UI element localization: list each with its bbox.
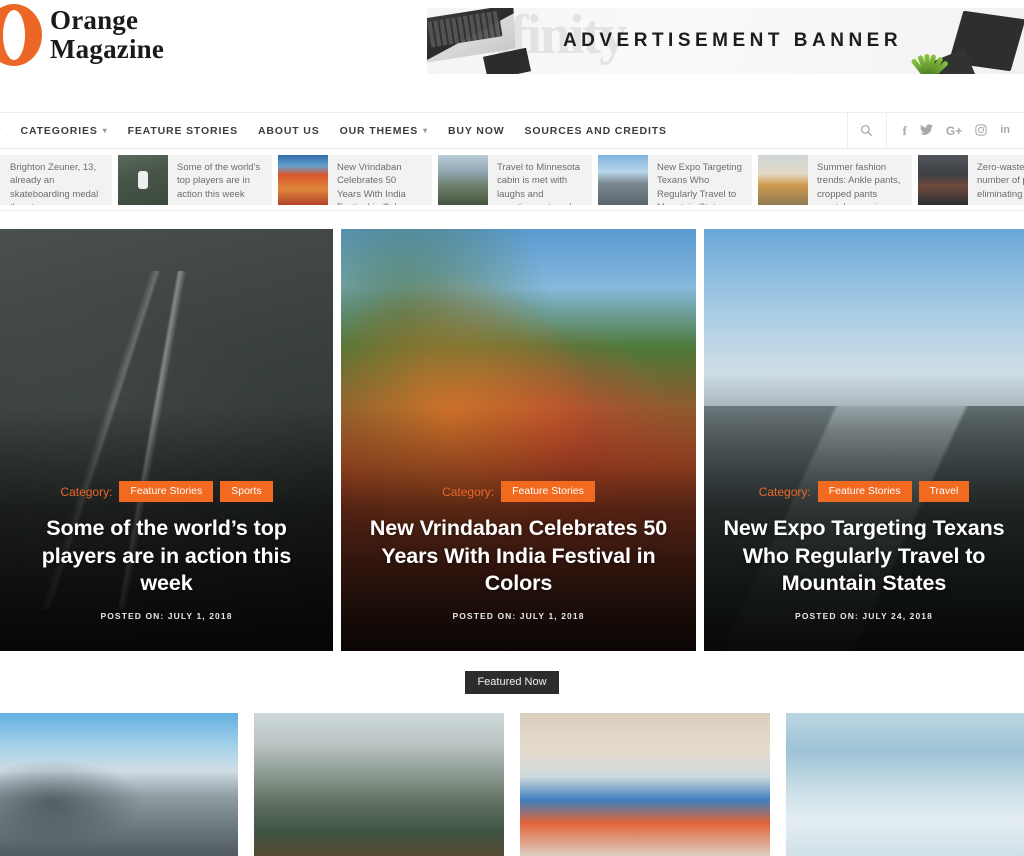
category-row: Category: Feature Stories Travel <box>718 481 1010 503</box>
featured-now-chip[interactable]: Featured Now <box>465 670 559 694</box>
instagram-icon[interactable] <box>975 123 987 138</box>
nav-item-label: BUY NOW <box>447 124 505 137</box>
category-row: Category: Feature Stories <box>355 481 682 503</box>
category-label: Category: <box>758 484 811 499</box>
ticker-item[interactable]: Brighton Zeuner, 13, already an skateboa… <box>0 155 112 205</box>
hero-card-meta: Category: Feature Stories New Vrindaban … <box>341 481 696 621</box>
ticker-item[interactable]: Travel to Minnesota cabin is met with la… <box>438 155 592 205</box>
hero-card-title[interactable]: New Expo Targeting Texans Who Regularly … <box>718 515 1010 598</box>
ticker-item[interactable]: New Vrindaban Celebrates 50 Years With I… <box>278 155 432 205</box>
ticker-item-title: Brighton Zeuner, 13, already an skateboa… <box>10 162 99 205</box>
featured-card[interactable] <box>520 713 770 856</box>
hero-card-date: POSTED ON: JULY 24, 2018 <box>795 611 933 621</box>
nav-item-categories[interactable]: CATEGORIES ▾ <box>11 113 118 148</box>
ticker-item[interactable]: Zero-waste life number of peo eliminatin… <box>918 155 1024 205</box>
site-header: Orange Magazine infinity mag ADVERTISEME… <box>0 0 1024 112</box>
ticker-item-thumbnail <box>918 155 968 205</box>
hero-card-date: POSTED ON: JULY 1, 2018 <box>100 611 233 621</box>
category-badge[interactable]: Feature Stories <box>501 481 595 503</box>
chevron-down-icon[interactable]: ▾ <box>0 125 1 136</box>
chevron-down-icon: ▾ <box>423 126 428 135</box>
nav-item-about-us[interactable]: ABOUT US <box>248 113 330 148</box>
ad-banner-text: ADVERTISEMENT BANNER <box>562 30 903 51</box>
featured-now-section-header: Featured Now <box>0 651 1024 713</box>
main-navigation: ▾ CATEGORIES ▾ FEATURE STORIES ABOUT US … <box>0 112 1024 149</box>
ticker-item-thumbnail <box>118 155 168 205</box>
featured-card[interactable] <box>786 713 1024 856</box>
hero-card[interactable]: Category: Feature Stories Sports Some of… <box>0 229 333 651</box>
hero-card-title[interactable]: New Vrindaban Celebrates 50 Years With I… <box>355 515 682 598</box>
nav-item-label: SOURCES AND CREDITS <box>524 124 667 137</box>
ticker-item[interactable]: Some of the world's top players are in a… <box>118 155 272 205</box>
ticker-item-title: Summer fashion trends: Ankle pants, crop… <box>817 162 901 205</box>
logo-line-2: Magazine <box>50 34 165 64</box>
facebook-icon[interactable]: f <box>903 124 907 137</box>
nav-item-label: CATEGORIES <box>20 124 98 137</box>
nav-item-our-themes[interactable]: OUR THEMES ▾ <box>330 113 438 148</box>
category-label: Category: <box>60 484 113 499</box>
logo-line-1: Orange <box>50 4 139 35</box>
hero-card-date: POSTED ON: JULY 1, 2018 <box>452 611 585 621</box>
ticker-item-title: New Vrindaban Celebrates 50 Years With I… <box>337 162 410 205</box>
hero-card-meta: Category: Feature Stories Travel New Exp… <box>704 481 1024 621</box>
site-logo[interactable]: Orange Magazine <box>0 4 164 66</box>
twitter-icon[interactable] <box>919 124 933 137</box>
ticker-item-thumbnail <box>438 155 488 205</box>
category-badge[interactable]: Feature Stories <box>119 481 214 503</box>
hero-card[interactable]: Category: Feature Stories Travel New Exp… <box>704 229 1024 651</box>
category-badge[interactable]: Travel <box>918 481 970 503</box>
nav-item-feature-stories[interactable]: FEATURE STORIES <box>118 113 248 148</box>
hero-card[interactable]: Category: Feature Stories New Vrindaban … <box>341 229 696 651</box>
featured-card[interactable] <box>0 713 238 856</box>
hero-carousel: Category: Feature Stories Sports Some of… <box>0 229 1024 651</box>
hero-card-title[interactable]: Some of the world’s top players are in a… <box>14 515 319 598</box>
nav-item-label: ABOUT US <box>257 124 320 137</box>
ticker-item-thumbnail <box>278 155 328 205</box>
ticker-item-title: Some of the world's top players are in a… <box>177 162 261 200</box>
ticker-item[interactable]: New Expo Targeting Texans Who Regularly … <box>598 155 752 205</box>
nav-item-label: OUR THEMES <box>339 124 419 137</box>
nav-item-label: FEATURE STORIES <box>127 124 238 137</box>
featured-grid <box>0 713 1024 856</box>
hero-card-meta: Category: Feature Stories Sports Some of… <box>0 481 333 621</box>
nav-utilities: f G+ in <box>846 113 1024 148</box>
search-button[interactable] <box>846 113 887 148</box>
search-icon <box>861 125 873 137</box>
nav-items: ▾ CATEGORIES ▾ FEATURE STORIES ABOUT US … <box>0 113 847 148</box>
nav-item-buy-now[interactable]: BUY NOW <box>438 113 515 148</box>
ticker-item-title: New Expo Targeting Texans Who Regularly … <box>657 162 742 205</box>
category-label: Category: <box>442 484 495 499</box>
ticker-item[interactable]: Summer fashion trends: Ankle pants, crop… <box>758 155 912 205</box>
category-row: Category: Feature Stories Sports <box>14 481 319 503</box>
social-links: f G+ in <box>887 113 1024 148</box>
linkedin-icon[interactable]: in <box>1000 125 1010 136</box>
ticker-item-title: Travel to Minnesota cabin is met with la… <box>497 162 581 205</box>
ticker-item-title: Zero-waste life number of peo eliminatin… <box>977 162 1024 200</box>
nav-item-sources-and-credits[interactable]: SOURCES AND CREDITS <box>514 113 676 148</box>
logo-text: Orange Magazine <box>50 4 165 64</box>
ticker-item-thumbnail <box>598 155 648 205</box>
logo-o-icon <box>0 4 42 66</box>
featured-card[interactable] <box>254 713 504 856</box>
chevron-down-icon: ▾ <box>102 126 108 135</box>
category-badge[interactable]: Feature Stories <box>817 481 912 503</box>
news-ticker[interactable]: Brighton Zeuner, 13, already an skateboa… <box>0 149 1024 211</box>
advertisement-banner[interactable]: infinity mag ADVERTISEMENT BANNER <box>427 8 1024 74</box>
google-plus-icon[interactable]: G+ <box>946 125 962 137</box>
ticker-item-thumbnail <box>758 155 808 205</box>
category-badge[interactable]: Sports <box>220 481 273 503</box>
